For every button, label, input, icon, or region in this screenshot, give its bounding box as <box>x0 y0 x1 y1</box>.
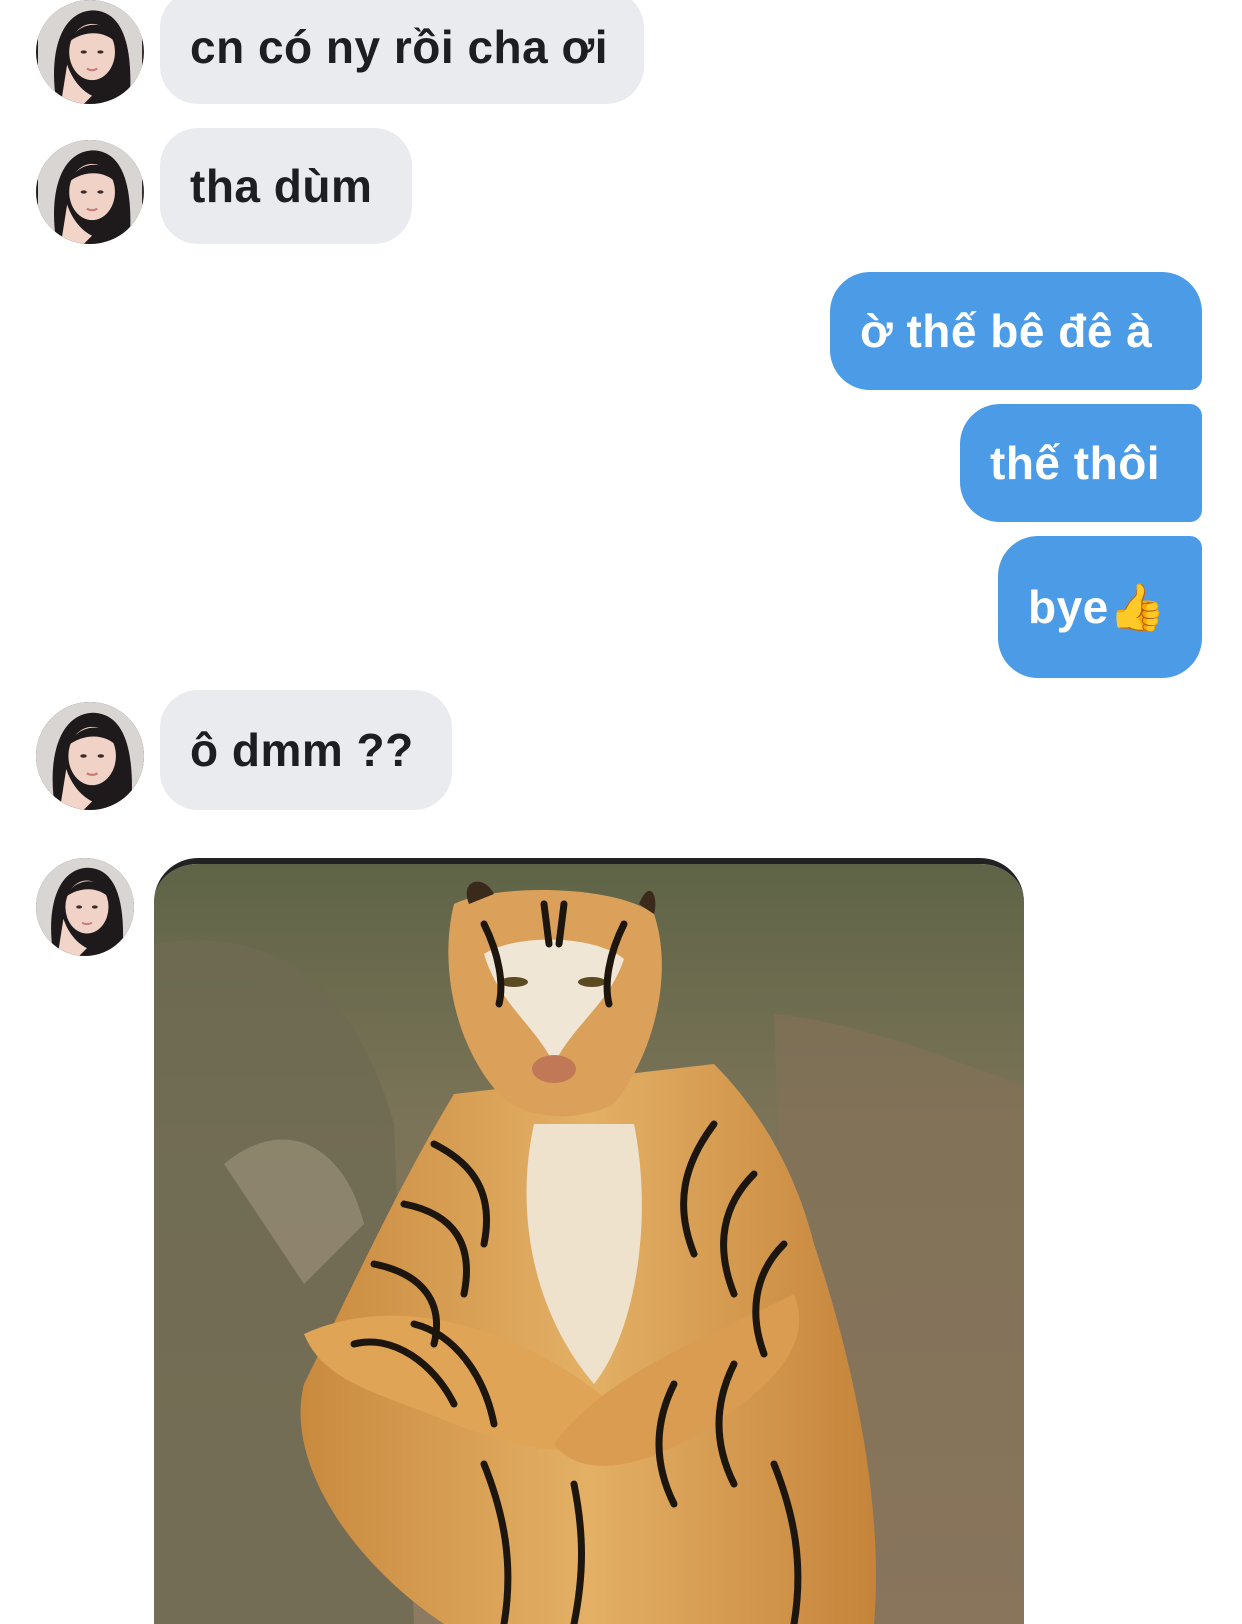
contact-avatar[interactable] <box>36 0 144 104</box>
incoming-message[interactable]: ô dmm ?? <box>160 690 452 810</box>
message-text: tha dùm <box>190 160 373 212</box>
contact-avatar[interactable] <box>36 702 144 810</box>
tiger-sitting-photo <box>154 864 1024 1624</box>
avatar-woman-icon <box>38 0 142 104</box>
avatar-woman-icon <box>36 702 144 810</box>
outgoing-message[interactable]: thế thôi <box>960 404 1202 522</box>
incoming-message[interactable]: tha dùm <box>160 128 412 244</box>
image-message[interactable] <box>154 858 1024 1624</box>
message-text: ờ thế bê đê à <box>860 305 1153 357</box>
avatar-woman-icon <box>36 858 134 956</box>
contact-avatar[interactable] <box>36 858 134 956</box>
message-text: bye👍 <box>1028 580 1167 633</box>
avatar-woman-icon <box>38 140 142 244</box>
message-text: thế thôi <box>990 437 1161 489</box>
message-text: ô dmm ?? <box>190 724 414 776</box>
incoming-message[interactable]: cn có ny rồi cha ơi <box>160 0 644 104</box>
outgoing-message[interactable]: ờ thế bê đê à <box>830 272 1202 390</box>
outgoing-message[interactable]: bye👍 <box>998 536 1202 678</box>
message-text: cn có ny rồi cha ơi <box>190 21 608 73</box>
contact-avatar[interactable] <box>36 140 144 244</box>
